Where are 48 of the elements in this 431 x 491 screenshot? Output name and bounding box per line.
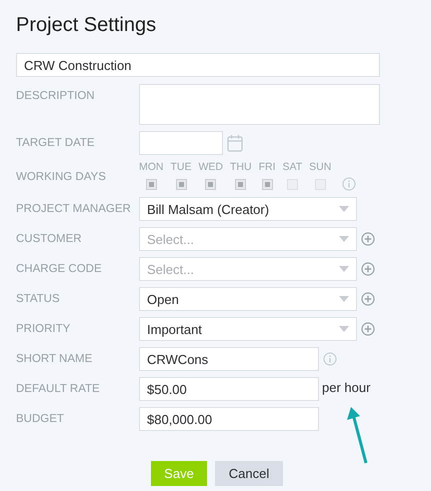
dropdown-caret-icon[interactable] [339,236,349,242]
dropdown-caret-icon[interactable] [339,296,349,302]
day-checkbox[interactable] [146,179,157,190]
day-label: WED [198,161,223,173]
add-icon[interactable] [361,262,375,276]
field-label: WORKING DAYS [16,171,107,183]
field-label: PROJECT MANAGER [16,203,132,215]
date-field[interactable] [139,131,223,155]
cancel-button[interactable]: Cancel [215,461,283,486]
day-checkbox[interactable] [205,179,216,190]
field-label: CHARGE CODE [16,263,103,275]
day-label: THU [230,161,252,173]
day-label: SAT [282,161,302,173]
day-label: TUE [170,161,192,173]
arrow-annotation [346,406,370,466]
add-icon[interactable] [361,322,375,336]
day-label: MON [139,161,164,173]
field-label: STATUS [16,293,61,305]
add-icon[interactable] [361,292,375,306]
day-checkbox[interactable] [176,179,186,190]
description-field[interactable] [139,84,380,125]
day-label: SUN [309,161,332,173]
dropdown-caret-icon[interactable] [339,206,349,212]
unit-label: per hour [322,380,370,394]
calendar-icon[interactable] [227,134,243,152]
select-dropdown[interactable]: Open [139,287,357,311]
day-checkbox[interactable] [262,179,273,190]
field-label: TARGET DATE [16,137,96,149]
field-label: CUSTOMER [16,233,83,245]
add-icon[interactable] [361,232,375,246]
select-dropdown[interactable]: Bill Malsam (Creator) [139,197,357,221]
field-label: BUDGET [16,413,65,425]
field-label: PRIORITY [16,323,72,335]
day-label: FRI [258,161,276,173]
dropdown-caret-icon[interactable] [339,266,349,272]
info-icon[interactable] [342,177,356,191]
day-checkbox[interactable] [235,179,246,190]
field-label: DEFAULT RATE [16,383,101,395]
field-label: SHORT NAME [16,353,94,365]
name-field[interactable]: CRW Construction [16,53,380,77]
info-icon[interactable] [323,352,337,366]
field-label: DESCRIPTION [16,90,96,102]
text-field[interactable]: CRWCons [139,347,319,371]
dropdown-caret-icon[interactable] [339,326,349,332]
page-title: Project Settings [16,13,158,38]
select-dropdown[interactable]: Important [139,317,357,341]
text-field[interactable]: $80,000.00 [139,407,319,431]
text-field[interactable]: $50.00 [139,377,319,401]
